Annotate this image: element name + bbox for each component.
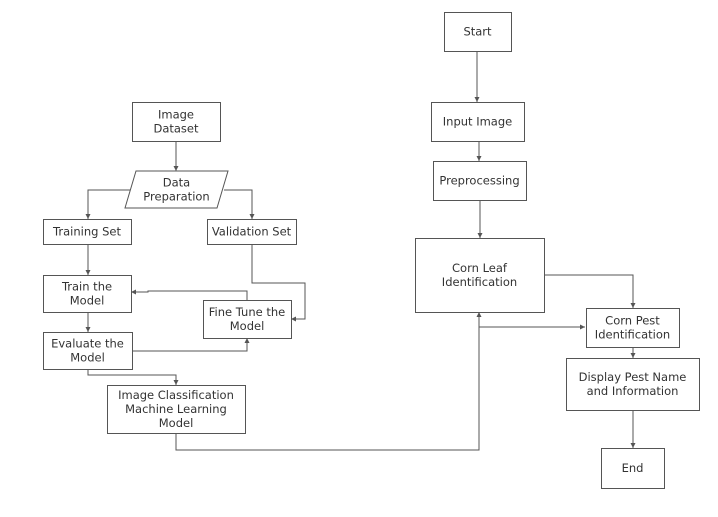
node-label: and Information bbox=[587, 384, 679, 398]
node-label: Identification bbox=[442, 275, 517, 289]
node-label: Model bbox=[70, 351, 105, 365]
node-corn-leaf: Corn LeafIdentification bbox=[415, 238, 545, 313]
node-label: Data bbox=[163, 176, 190, 190]
node-label: Corn Pest bbox=[605, 314, 660, 328]
arrow-prep-to-training bbox=[85, 189, 130, 219]
arrow-evaluate-to-finetune bbox=[132, 338, 250, 352]
arrow-evaluate-to-classification bbox=[87, 369, 179, 385]
node-label: Image Classification bbox=[118, 388, 234, 402]
node-label: Input Image bbox=[443, 115, 512, 129]
node-label: Image bbox=[158, 108, 194, 122]
node-label: Preparation bbox=[143, 190, 209, 204]
flowchart: Image Dataset Data Preparation Training Set V… bbox=[0, 0, 718, 517]
node-label: Validation Set bbox=[212, 225, 292, 239]
node-label: Start bbox=[463, 25, 492, 39]
node-label: Model bbox=[159, 416, 194, 430]
node-label: Identification bbox=[595, 328, 670, 342]
node-label: Training Set bbox=[52, 225, 121, 239]
node-validation-set: Validation Set bbox=[207, 219, 297, 245]
node-image-dataset: ImageDataset bbox=[132, 102, 221, 142]
arrow-prep-to-validation bbox=[224, 189, 255, 219]
node-label: Evaluate the bbox=[51, 337, 124, 351]
node-label: Preprocessing bbox=[439, 174, 519, 188]
node-label: Display Pest Name bbox=[579, 370, 687, 384]
node-label: Model bbox=[70, 294, 105, 308]
node-start: Start bbox=[444, 12, 512, 52]
node-label: End bbox=[622, 461, 644, 475]
node-label: Model bbox=[230, 319, 265, 333]
node-label: Train the bbox=[61, 280, 112, 294]
flowchart-canvas: ImageDataset DataPreparation Training Set V… bbox=[43, 12, 700, 489]
node-end: End bbox=[601, 448, 665, 489]
node-training-set: Training Set bbox=[43, 219, 132, 245]
node-label: Dataset bbox=[153, 122, 199, 136]
node-label: Machine Learning bbox=[125, 402, 227, 416]
node-data-preparation: DataPreparation bbox=[124, 170, 229, 209]
node-train-model: Train theModel bbox=[43, 275, 132, 313]
node-input-image: Input Image bbox=[431, 102, 525, 142]
node-evaluate-model: Evaluate theModel bbox=[43, 332, 133, 370]
node-label: Fine Tune the bbox=[209, 305, 285, 319]
node-preprocessing: Preprocessing bbox=[433, 161, 527, 201]
node-image-classification: Image ClassificationMachine LearningMode… bbox=[107, 385, 246, 434]
node-corn-pest: Corn PestIdentification bbox=[586, 308, 680, 348]
node-label: Corn Leaf bbox=[452, 261, 508, 275]
arrow-finetune-to-train bbox=[131, 289, 248, 300]
arrow-cornleaf-to-cornpest bbox=[544, 274, 636, 308]
node-display-pest: Display Pest Nameand Information bbox=[566, 358, 700, 411]
node-fine-tune: Fine Tune theModel bbox=[203, 300, 292, 339]
